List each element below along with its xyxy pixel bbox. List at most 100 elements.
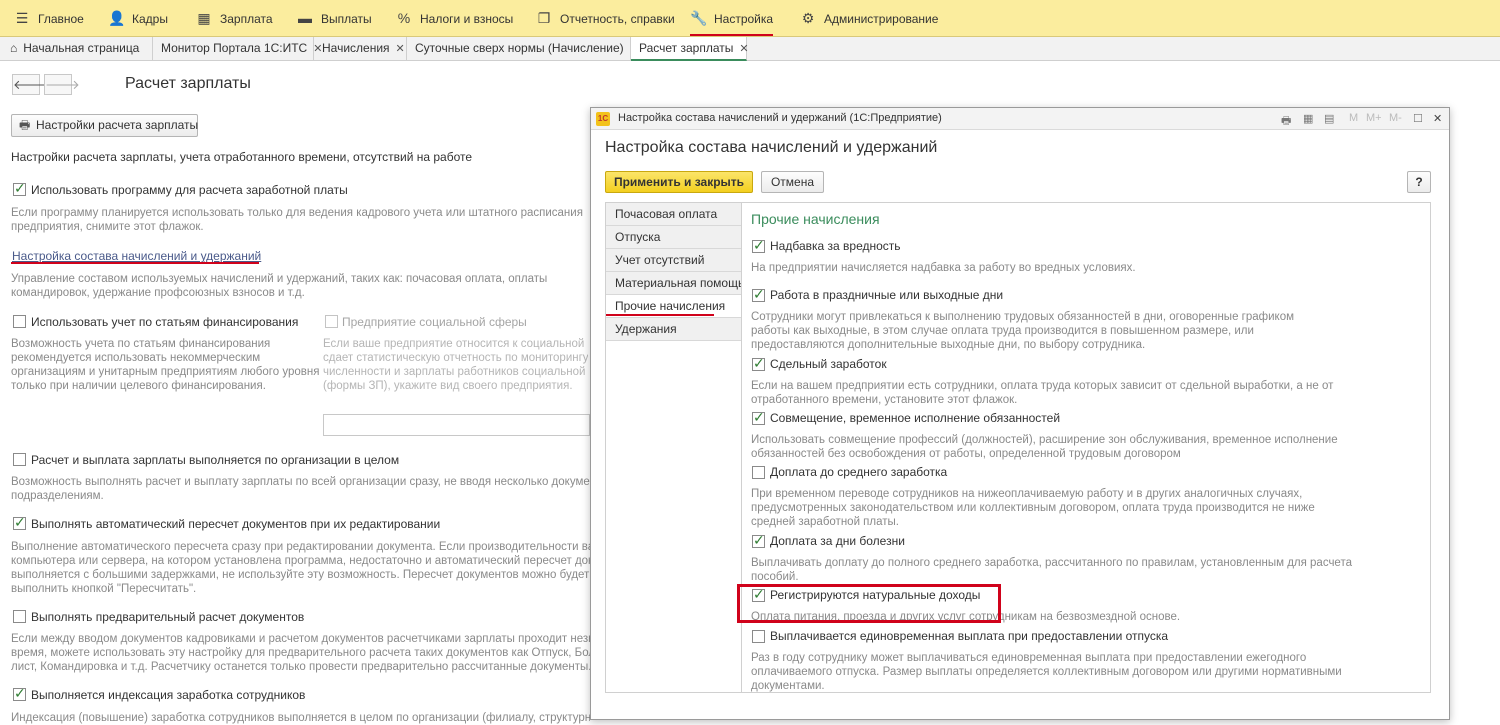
tab-bar: ⌂ Начальная страница Монитор Портала 1С:И… (0, 37, 1500, 61)
tab-its-monitor[interactable]: Монитор Портала 1С:ИТС ✕ (153, 37, 322, 61)
printer-icon: 🖶 (19, 118, 31, 132)
social-sphere-note: Если ваше предприятие относится к социал… (323, 338, 588, 392)
option-label: Доплата за дни болезни (770, 534, 905, 548)
option-label: Выплачивается единовременная выплата при… (770, 629, 1169, 643)
highlight-underline (11, 262, 259, 264)
accruals-setup-note: Управление составом используемых начисле… (11, 273, 548, 299)
option-checkbox[interactable] (752, 237, 765, 254)
category-nav: Почасовая оплата Отпуска Учет отсутствий… (605, 202, 744, 693)
option-note-line: При временном переводе сотрудников на ни… (751, 488, 1303, 500)
apply-and-close-button[interactable]: Применить и закрыть (605, 171, 753, 193)
indexation-checkbox[interactable] (13, 685, 26, 702)
org-level-note: Возможность выполнять расчет и выплату з… (11, 476, 590, 502)
auto-recalc-label: Выполнять автоматический пересчет докуме… (31, 517, 441, 531)
tab-home[interactable]: ⌂ Начальная страница (0, 37, 153, 61)
tab-payroll[interactable]: Расчет зарплаты ✕ (631, 37, 749, 61)
option-note-line: обязанностей без освобождения от работы,… (751, 448, 1181, 460)
auto-recalc-note: Выполнение автоматического пересчета сра… (11, 541, 590, 595)
indexation-label: Выполняется индексация заработка сотрудн… (31, 688, 306, 702)
gear-icon: ⚙ (801, 10, 815, 26)
prelim-calc-checkbox[interactable] (13, 610, 26, 623)
wallet-icon: ▬ (298, 10, 312, 26)
financing-note: Возможность учета по статьям финансирова… (11, 338, 320, 392)
wrench-icon: 🔧 (690, 10, 708, 26)
memory-button[interactable]: M (1349, 112, 1358, 124)
option-note-line: Сотрудники могут привлекаться к выполнен… (751, 311, 1294, 323)
section-reports[interactable]: ❐ Отчетность, справки (536, 0, 675, 37)
back-button[interactable]: 🡐 (12, 74, 48, 95)
option-note-line: Выплачивать доплату до полного среднего … (751, 557, 1352, 569)
option-label: Сдельный заработок (770, 357, 887, 371)
org-level-checkbox[interactable] (13, 453, 26, 466)
option-checkbox[interactable] (752, 355, 765, 372)
nav-item-hourly[interactable]: Почасовая оплата (606, 203, 743, 226)
spreadsheet-icon[interactable]: ▦ (1303, 112, 1313, 125)
option-checkbox[interactable] (752, 630, 765, 643)
section-admin[interactable]: ⚙ Администрирование (800, 0, 939, 37)
dialog-window-title: Настройка состава начислений и удержаний… (618, 112, 942, 124)
nav-item-absences[interactable]: Учет отсутствий (606, 249, 743, 272)
memory-plus-button[interactable]: M+ (1366, 112, 1382, 124)
calendar-icon[interactable]: ▤ (1324, 112, 1334, 125)
option-note: Раз в году сотруднику может выплачиватьс… (751, 651, 1342, 693)
people-icon: 👤 (108, 10, 126, 26)
report-icon: ❐ (537, 10, 551, 26)
app-logo-icon: 1С (596, 112, 610, 126)
section-payments[interactable]: ▬ Выплаты (297, 0, 372, 37)
close-icon[interactable]: ✕ (1433, 112, 1442, 125)
memory-minus-button[interactable]: M- (1389, 112, 1402, 124)
option-label: Совмещение, временное исполнение обязанн… (770, 411, 1061, 425)
help-button[interactable]: ? (1407, 171, 1431, 193)
section-bar: ☰ Главное 👤 Кадры ▦ Зарплата ▬ Выплаты % Нало… (0, 0, 1500, 37)
accruals-setup-dialog: 1С Настройка состава начислений и удержа… (590, 107, 1450, 720)
use-program-label: Использовать программу для расчета зараб… (31, 183, 348, 197)
option-note: При временном переводе сотрудников на ни… (751, 487, 1315, 529)
tab-daily-allowance[interactable]: Суточные сверх нормы (Начисление)✕ (407, 37, 639, 61)
section-taxes[interactable]: % Налоги и взносы (396, 0, 514, 37)
section-hr[interactable]: 👤 Кадры (108, 0, 168, 37)
option-note-line: На предприятии начисляется надбавка за р… (751, 262, 1136, 274)
option-note: Использовать совмещение профессий (должн… (751, 433, 1338, 461)
nav-item-deductions[interactable]: Удержания (606, 318, 743, 341)
print-icon[interactable]: 🖶 (1281, 112, 1291, 131)
nav-item-vacations[interactable]: Отпуска (606, 226, 743, 249)
option-note-line: Если на вашем предприятии есть сотрудник… (751, 380, 1334, 392)
calculator-icon: ▦ (197, 10, 211, 26)
social-sphere-checkbox[interactable] (325, 315, 338, 328)
auto-recalc-checkbox[interactable] (13, 514, 26, 531)
close-icon[interactable]: ✕ (739, 43, 748, 55)
section-settings[interactable]: 🔧 Настройка (690, 0, 774, 37)
home-icon: ⌂ (10, 41, 18, 55)
option-checkbox[interactable] (752, 286, 765, 303)
cancel-button[interactable]: Отмена (761, 171, 824, 193)
highlight-underline (606, 314, 714, 316)
accruals-setup-link[interactable]: Настройка состава начислений и удержаний (12, 249, 261, 263)
option-note: На предприятии начисляется надбавка за р… (751, 261, 1136, 275)
section-main[interactable]: ☰ Главное (14, 0, 84, 37)
tab-accruals[interactable]: Начисления ✕ (314, 37, 407, 61)
section-salary[interactable]: ▦ Зарплата (196, 0, 272, 37)
option-note: Сотрудники могут привлекаться к выполнен… (751, 310, 1294, 352)
option-note-line: пособий. (751, 571, 799, 583)
percent-icon: % (397, 10, 411, 26)
arrow-left-icon: 🡐 (13, 77, 48, 92)
social-sphere-type-field[interactable] (323, 414, 590, 436)
payroll-settings-button[interactable]: 🖶 Настройки расчета зарплаты (11, 114, 198, 137)
close-icon[interactable]: ✕ (396, 43, 405, 55)
nav-item-financial-aid[interactable]: Материальная помощь (606, 272, 744, 295)
option-checkbox[interactable] (752, 532, 765, 549)
option-checkbox[interactable] (752, 466, 765, 479)
option-note-line: предусмотренных законодательством или ко… (751, 502, 1315, 514)
forward-button[interactable]: 🡒 (44, 74, 80, 95)
financing-checkbox[interactable] (13, 315, 26, 328)
use-program-note: Если программу планируется использовать … (11, 207, 583, 233)
use-program-checkbox[interactable] (13, 180, 26, 197)
indexation-note: Индексация (повышение) заработка сотрудн… (11, 712, 590, 724)
option-note-line: Использовать совмещение профессий (должн… (751, 434, 1338, 446)
highlight-box (737, 584, 1001, 623)
section-title: Прочие начисления (751, 211, 880, 227)
maximize-icon[interactable]: ☐ (1413, 112, 1423, 125)
option-checkbox[interactable] (752, 409, 765, 426)
dialog-titlebar: 1С Настройка состава начислений и удержа… (591, 108, 1449, 130)
intro-text: Настройки расчета зарплаты, учета отрабо… (11, 150, 473, 164)
